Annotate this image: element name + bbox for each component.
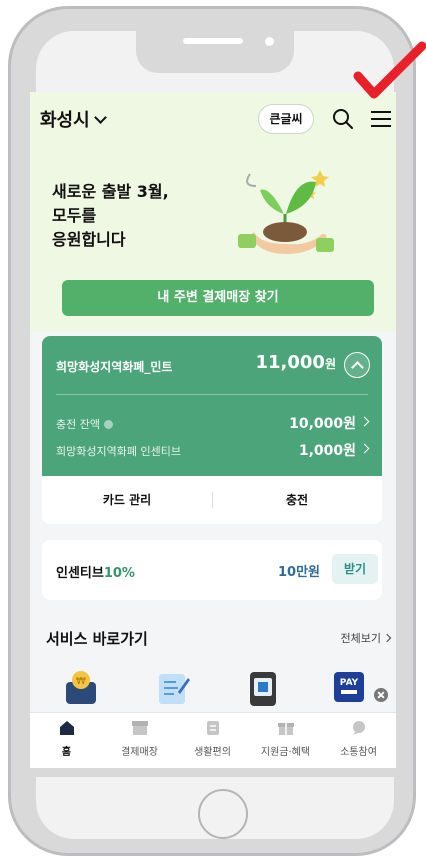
charge-balance-label-wrap: 충전 잔액: [56, 416, 113, 432]
incentive-label: 인센티브10%: [56, 562, 135, 581]
svg-text:₩: ₩: [76, 676, 86, 687]
incentive-balance-row[interactable]: 희망화성지역화폐 인센티브 1,000원: [56, 440, 370, 460]
nav-label-store: 결제매장: [121, 747, 158, 758]
card-summary: 희망화성지역화폐_민트 11,000원 충전 잔액 10,000원 희망화성지역…: [42, 336, 382, 476]
search-icon[interactable]: [332, 108, 354, 130]
nav-item-store[interactable]: 결제매장: [103, 719, 176, 758]
nav-item-life[interactable]: 생활편의: [176, 719, 249, 758]
card-total-amount: 11,000원: [255, 352, 336, 373]
sprout-hands-illustration: [238, 170, 334, 254]
collapse-toggle-button[interactable]: [344, 352, 370, 378]
pay-icon-label: PAY: [340, 678, 359, 688]
services-title: 서비스 바로가기: [46, 630, 148, 648]
incentive-amount: 10만원: [278, 565, 321, 580]
nav-label-life: 생활편의: [194, 747, 231, 758]
gift-icon: [277, 723, 294, 735]
store-icon: [131, 721, 148, 735]
phone-home-button[interactable]: [198, 789, 248, 839]
hero-banner: 화성시 큰글씨 새로운 출발 3월, 모두를 응원합니다 내 주변 결제매장 찾…: [30, 92, 396, 332]
charge-balance-label: 충전 잔액: [56, 418, 100, 431]
nav-label-community: 소통참여: [340, 747, 377, 758]
info-icon[interactable]: [103, 420, 113, 429]
document-edit-icon[interactable]: [156, 668, 190, 708]
bottom-navigation: 홈 결제매장 생활편의 지원금·혜택 소통참여: [30, 712, 396, 768]
receive-button[interactable]: 받기: [332, 554, 378, 584]
nav-label-home: 홈: [61, 747, 72, 758]
big-font-button[interactable]: 큰글씨: [258, 104, 314, 134]
close-icon[interactable]: [374, 688, 388, 702]
phone-camera: [265, 37, 274, 46]
nav-item-home[interactable]: 홈: [30, 719, 103, 758]
card-manage-button[interactable]: 카드 관리: [42, 476, 212, 524]
card-divider: [56, 394, 368, 395]
charge-balance-value: 10,000원: [289, 416, 356, 432]
chat-icon: [352, 721, 365, 735]
life-icon: [206, 721, 219, 735]
card-amount-value: 11,000: [255, 352, 325, 373]
chevron-down-icon: [93, 111, 107, 124]
incentive-percent: 10%: [103, 566, 135, 581]
charge-button[interactable]: 충전: [212, 476, 382, 524]
hero-headline: 새로운 출발 3월, 모두를 응원합니다: [52, 182, 169, 249]
city-label: 화성시: [40, 110, 90, 131]
view-all-label: 전체보기: [340, 632, 381, 645]
incentive-balance-label: 희망화성지역화폐 인센티브: [56, 445, 181, 458]
charge-balance-row[interactable]: 충전 잔액 10,000원: [56, 413, 370, 433]
city-selector[interactable]: 화성시: [40, 106, 107, 132]
card-amount-unit: 원: [324, 357, 336, 371]
chevron-right-icon: [382, 633, 392, 643]
card-actions: 카드 관리 충전: [42, 476, 382, 524]
incentive-balance-value: 1,000원: [298, 443, 356, 459]
wallet-icon[interactable]: ₩: [64, 668, 98, 708]
nav-item-community[interactable]: 소통참여: [322, 719, 395, 758]
hamburger-menu-icon[interactable]: [370, 110, 392, 128]
card-name: 희망화성지역화폐_민트: [56, 360, 173, 374]
chevron-right-icon: [359, 443, 370, 454]
nav-item-benefit[interactable]: 지원금·혜택: [249, 719, 322, 758]
local-currency-card: 희망화성지역화폐_민트 11,000원 충전 잔액 10,000원 희망화성지역…: [42, 336, 382, 524]
phone-card-icon[interactable]: [246, 668, 280, 708]
incentive-panel: 인센티브10% 10만원 받기: [42, 540, 382, 600]
incentive-text: 인센티브: [56, 566, 104, 581]
find-nearby-store-button[interactable]: 내 주변 결제매장 찾기: [62, 280, 374, 316]
chevron-right-icon: [359, 416, 370, 427]
app-screen: 화성시 큰글씨 새로운 출발 3월, 모두를 응원합니다 내 주변 결제매장 찾…: [30, 92, 396, 768]
nav-label-benefit: 지원금·혜택: [260, 747, 311, 758]
red-checkmark-annotation: [353, 41, 426, 99]
phone-speaker: [183, 38, 243, 44]
view-all-link[interactable]: 전체보기: [340, 630, 392, 646]
home-icon: [59, 721, 74, 735]
pay-icon[interactable]: PAY: [332, 668, 366, 708]
